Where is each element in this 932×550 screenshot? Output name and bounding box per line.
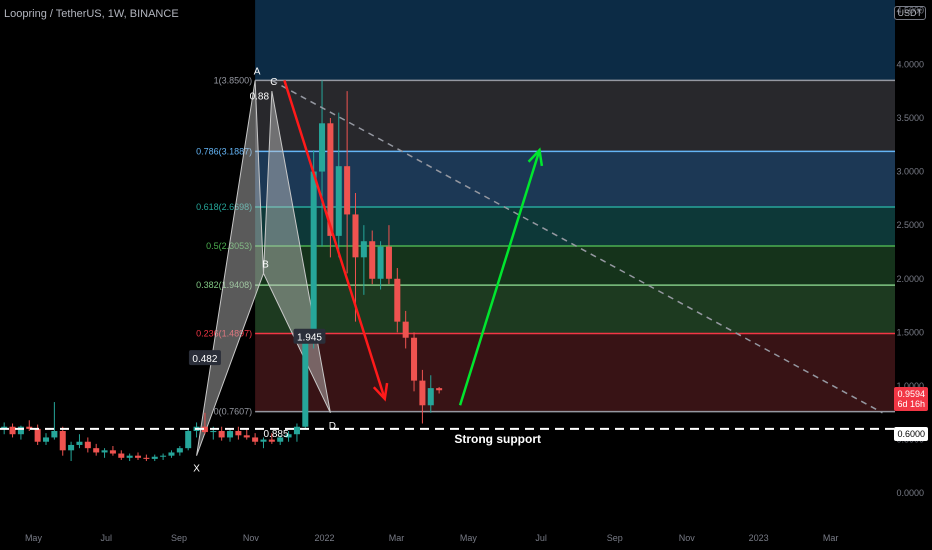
ratio-label: 1.945: [297, 333, 322, 344]
x-tick-label: May: [25, 533, 43, 543]
candle-body: [293, 426, 300, 435]
candle-body: [51, 431, 58, 438]
candle-body: [419, 380, 426, 406]
y-tick-label: 2.0000: [896, 274, 924, 284]
currency-badge[interactable]: USDT: [893, 6, 926, 20]
candle-body: [235, 431, 242, 436]
y-tick-label: 0.0000: [896, 488, 924, 498]
candle-body: [118, 453, 125, 458]
candle-body: [42, 437, 50, 442]
y-tick-label: 3.0000: [896, 167, 924, 177]
fib-zone-top: [255, 0, 895, 81]
candle-body: [335, 166, 342, 236]
x-tick-label: 2023: [749, 533, 769, 543]
candle-body: [218, 431, 225, 438]
candle-body: [76, 441, 83, 445]
candle-body: [185, 431, 192, 449]
candle-body: [109, 450, 116, 454]
x-tick-label: Mar: [823, 533, 839, 543]
support-price-label: 0.6000: [894, 427, 928, 441]
candle-body: [160, 455, 167, 457]
fib-zones: [255, 0, 895, 412]
chart-title: Loopring / TetherUS, 1W, BINANCE: [4, 8, 179, 20]
candle-body: [302, 343, 309, 427]
x-tick-label: Sep: [171, 533, 187, 543]
candle-body: [68, 444, 75, 451]
x-tick-label: Nov: [243, 533, 260, 543]
candle-body: [143, 457, 150, 459]
candle-body: [210, 431, 217, 433]
fib-zone: [255, 80, 895, 152]
y-tick-label: 3.5000: [896, 113, 924, 123]
candle-body: [344, 166, 351, 215]
x-tick-label: Jul: [535, 533, 547, 543]
fib-zone: [255, 151, 895, 207]
candle-body: [101, 450, 108, 453]
candle-body: [360, 241, 367, 258]
candle-body: [84, 441, 91, 449]
candle-body: [126, 455, 133, 458]
x-tick-label: Jul: [100, 533, 112, 543]
candle-body: [243, 435, 250, 438]
candle-body: [135, 455, 142, 458]
candle-body: [176, 448, 183, 453]
harmonic-point-b: B: [262, 259, 269, 270]
y-tick-label: 1.5000: [896, 327, 924, 337]
candle-body: [168, 452, 175, 456]
candle-body: [319, 123, 326, 172]
harmonic-point-d: D: [329, 421, 336, 432]
candle-body: [34, 428, 41, 442]
y-tick-label: 2.5000: [896, 220, 924, 230]
candle-body: [369, 241, 376, 279]
candle-body: [59, 431, 66, 451]
ratio-label: 0.885: [264, 429, 289, 440]
current-price-value: 0.9594: [897, 389, 925, 399]
candle-body: [427, 388, 434, 406]
candle-body: [394, 278, 401, 322]
candle-body: [385, 246, 392, 279]
candle-body: [377, 246, 384, 279]
fib-label: 1(3.8500): [214, 75, 253, 85]
candle-body: [9, 426, 16, 435]
ratio-label: 0.482: [192, 354, 217, 365]
candle-body: [252, 437, 259, 442]
x-tick-label: May: [460, 533, 478, 543]
harmonic-point-a: A: [254, 66, 261, 77]
candle-body: [17, 426, 24, 435]
bar-countdown: 6d 16h: [897, 399, 925, 409]
current-price-label: 0.9594 6d 16h: [894, 387, 928, 411]
candle-body: [411, 337, 418, 381]
candle-body: [227, 431, 234, 438]
candle-body: [93, 448, 100, 453]
x-tick-label: Mar: [389, 533, 405, 543]
fib-zone: [255, 206, 895, 247]
candle-body: [310, 171, 317, 344]
support-caption: Strong support: [454, 432, 541, 446]
candle-body: [402, 321, 409, 338]
candle-body: [151, 456, 158, 459]
fib-label: 0(0.7607): [214, 407, 253, 417]
harmonic-point-x: X: [193, 464, 200, 475]
ratio-label: 0.88: [250, 91, 270, 102]
y-tick-label: 4.0000: [896, 59, 924, 69]
x-tick-label: Nov: [679, 533, 696, 543]
candle-body: [436, 388, 443, 391]
price-chart[interactable]: 1(3.8500)0.786(3.1887)0.618(2.6698)0.5(2…: [0, 0, 932, 550]
candle-body: [352, 214, 359, 258]
fib-zone: [255, 246, 895, 286]
fib-zone: [255, 333, 895, 412]
x-tick-label: 2022: [315, 533, 335, 543]
x-tick-label: Sep: [607, 533, 623, 543]
